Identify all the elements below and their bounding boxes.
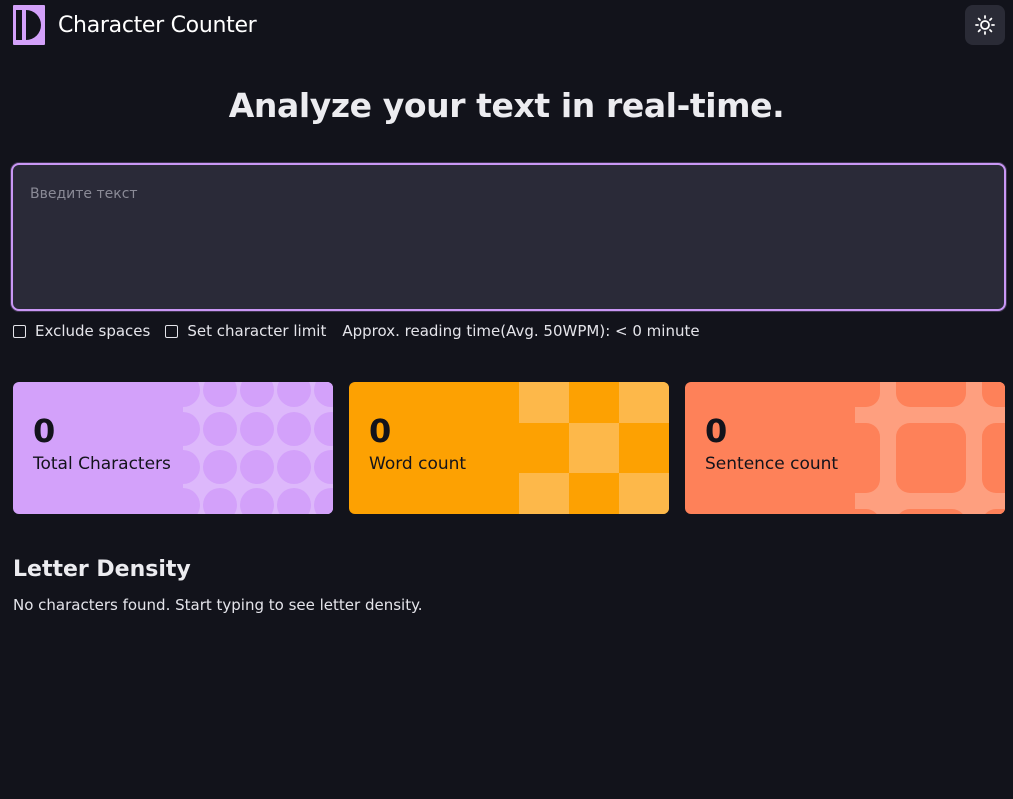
page-headline: Analyze your text in real-time. [228,86,785,125]
character-limit-label: Set character limit [187,322,327,340]
letter-density-empty-message: No characters found. Start typing to see… [13,596,423,614]
text-input[interactable] [11,163,1006,311]
word-count-card: 0 Word count [349,382,669,514]
theme-toggle-button[interactable] [965,5,1005,45]
app-header: Character Counter [13,5,257,45]
word-count-label: Word count [369,454,467,474]
word-count-value: 0 [369,412,392,450]
exclude-spaces-option[interactable]: Exclude spaces [13,322,150,340]
rounded-grid-pattern [855,382,1005,514]
total-characters-label: Total Characters [33,454,171,474]
exclude-spaces-checkbox[interactable] [13,324,26,338]
logo-icon[interactable] [13,5,45,45]
total-characters-value: 0 [33,412,56,450]
reading-time: Approx. reading time(Avg. 50WPM): < 0 mi… [342,322,700,340]
sentence-count-card: 0 Sentence count [685,382,1005,514]
checker-pattern [519,382,669,514]
sentence-count-label: Sentence count [705,454,839,474]
character-limit-option[interactable]: Set character limit [165,322,326,340]
app-title: Character Counter [58,12,257,38]
letter-density-title: Letter Density [13,557,191,582]
options-bar: Exclude spaces Set character limit Appro… [13,322,700,340]
sun-icon [975,15,995,35]
exclude-spaces-label: Exclude spaces [35,322,151,340]
dots-pattern [183,382,333,514]
sentence-count-value: 0 [705,412,728,450]
character-limit-checkbox[interactable] [165,324,179,338]
total-characters-card: 0 Total Characters [13,382,333,514]
